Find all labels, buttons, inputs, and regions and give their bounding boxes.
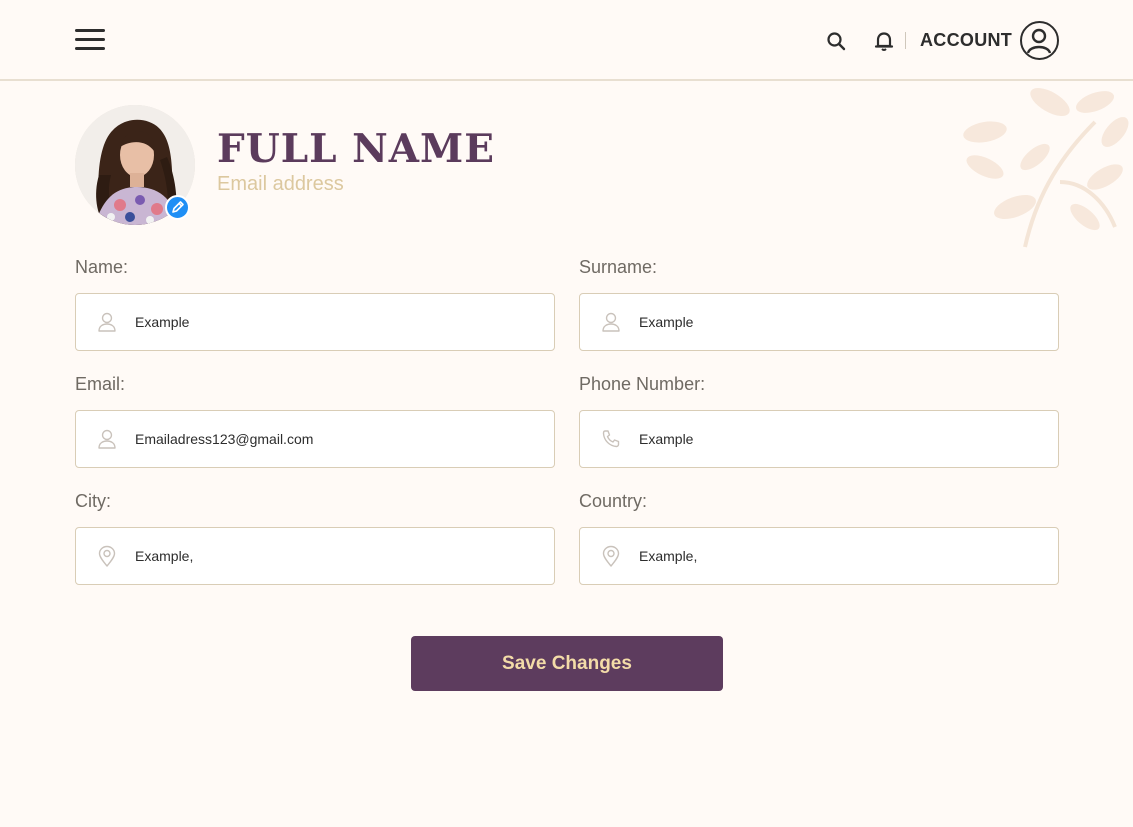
location-pin-icon [96, 545, 118, 567]
user-circle-icon[interactable] [1020, 21, 1059, 60]
user-icon [96, 428, 118, 450]
email-field[interactable]: Emailadress123@gmail.com [75, 410, 555, 468]
menu-line [75, 29, 105, 32]
pencil-icon[interactable] [165, 195, 190, 220]
surname-value: Example [639, 314, 694, 330]
bell-icon[interactable] [873, 30, 895, 52]
surname-field[interactable]: Example [579, 293, 1059, 351]
location-pin-icon [600, 545, 622, 567]
name-field[interactable]: Example [75, 293, 555, 351]
nav-divider [905, 32, 906, 49]
city-field[interactable]: Example, [75, 527, 555, 585]
menu-line [75, 38, 105, 41]
name-label: Name: [75, 257, 129, 277]
user-icon [96, 311, 118, 333]
top-navigation-bar: ACCOUNT [0, 0, 1133, 81]
save-changes-button[interactable]: Save Changes [411, 636, 723, 691]
phone-field[interactable]: Example [579, 410, 1059, 468]
city-value: Example, [135, 548, 194, 564]
profile-full-name: FULL NAME [217, 126, 495, 172]
decorative-leaves [955, 82, 1133, 252]
search-icon[interactable] [826, 31, 846, 51]
email-value: Emailadress123@gmail.com [135, 431, 314, 447]
phone-value: Example [639, 431, 694, 447]
email-label: Email: [75, 374, 126, 394]
surname-label: Surname: [579, 257, 658, 277]
country-field[interactable]: Example, [579, 527, 1059, 585]
phone-label: Phone Number: [579, 374, 706, 394]
hamburger-menu-icon[interactable] [75, 29, 106, 52]
user-icon [600, 311, 622, 333]
city-label: City: [75, 491, 111, 511]
profile-email: Email address [217, 173, 344, 195]
phone-icon [600, 428, 622, 450]
menu-line [75, 47, 105, 50]
country-label: Country: [579, 491, 648, 511]
country-value: Example, [639, 548, 698, 564]
name-value: Example [135, 314, 190, 330]
account-link[interactable]: ACCOUNT [920, 30, 1012, 51]
